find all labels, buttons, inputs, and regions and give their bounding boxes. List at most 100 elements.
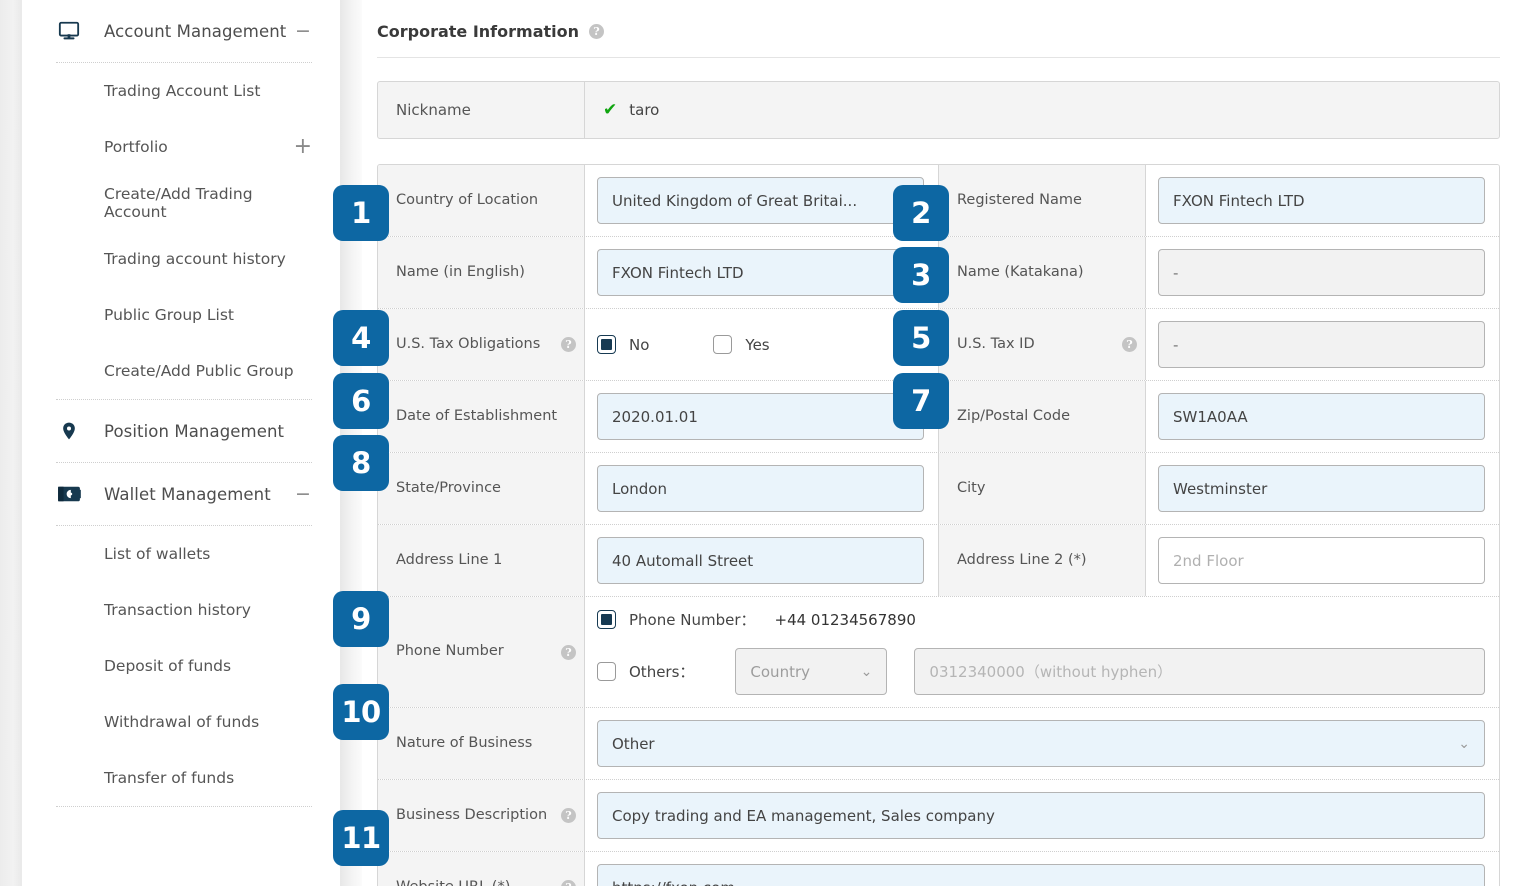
country-of-location-label: Country of Location [378,165,585,236]
sidebar-item-list-of-wallets[interactable]: List of wallets [22,526,340,582]
location-pin-icon [56,418,82,444]
collapse-toggle-icon[interactable]: − [294,484,312,504]
us-tax-obligations-label: U.S. Tax Obligations ? [378,309,585,380]
help-icon[interactable]: ? [561,808,576,823]
page-left-gutter [0,0,22,886]
us-tax-id-input[interactable]: - [1158,321,1485,368]
nature-of-business-label: Nature of Business [378,708,585,779]
radio-icon-unselected[interactable] [713,335,733,354]
date-of-establishment-input[interactable]: 2020.01.01 [597,393,924,440]
sidebar-group-label: Position Management [104,421,285,441]
sidebar-group-wallet-management: Wallet Management − List of wallets Tran… [22,463,340,807]
sidebar-item-label: Transaction history [104,601,251,619]
business-description-field-cell: Copy trading and EA management, Sales co… [585,780,1499,851]
label-text: Address Line 1 [396,551,503,568]
table-row: Website URL (*) ? https://fxon.com [378,852,1499,886]
city-input[interactable]: Westminster [1158,465,1485,512]
name-english-field-cell: FXON Fintech LTD [585,237,938,308]
sidebar-group-header-account-management[interactable]: Account Management − [22,0,340,62]
name-katakana-input[interactable]: - [1158,249,1485,296]
name-english-label: Name (in English) [378,237,585,308]
phone-number-field-cell: Phone Number： +44 01234567890 Others： Co… [585,597,1499,707]
label-text: Date of Establishment [396,407,558,424]
help-icon[interactable]: ? [1122,337,1137,352]
label-text: Nature of Business [396,734,533,751]
sidebar-item-withdrawal-of-funds[interactable]: Withdrawal of funds [22,694,340,750]
main-content: Corporate Information ? Nickname ✔ taro … [362,0,1536,886]
sidebar-group-header-position-management[interactable]: Position Management [22,400,340,462]
sidebar-item-public-group-list[interactable]: Public Group List [22,287,340,343]
page-title: Corporate Information [377,22,579,41]
step-badge-10: 10 [333,684,389,740]
business-description-label: Business Description ? [378,780,585,851]
sidebar-group-header-wallet-management[interactable]: Wallet Management − [22,463,340,525]
step-badge-6: 6 [333,373,389,429]
sidebar-item-deposit-of-funds[interactable]: Deposit of funds [22,638,340,694]
table-row: Business Description ? Copy trading and … [378,780,1499,852]
radio-label: Yes [745,335,770,354]
country-of-location-input[interactable]: United Kingdom of Great Britai... [597,177,924,224]
state-province-input[interactable]: London [597,465,924,512]
help-icon[interactable]: ? [561,644,576,660]
help-icon[interactable]: ? [561,880,576,886]
sidebar-item-transaction-history[interactable]: Transaction history [22,582,340,638]
us-tax-id-field-cell: - [1146,309,1499,380]
radio-icon-selected[interactable] [597,610,616,629]
step-badge-1: 1 [333,185,389,241]
sidebar-item-label: Public Group List [104,306,235,324]
date-of-establishment-field-cell: 2020.01.01 [585,381,938,452]
zip-postal-code-input[interactable]: SW1A0AA [1158,393,1485,440]
zip-postal-code-label: Zip/Postal Code [939,381,1146,452]
sidebar-item-create-add-trading-account[interactable]: Create/Add Trading Account [22,175,340,231]
sidebar-item-transfer-of-funds[interactable]: Transfer of funds [22,750,340,806]
sidebar-group-position-management: Position Management [22,400,340,463]
title-divider [377,57,1500,58]
phone-number-input[interactable]: 0312340000（without hyphen） [914,648,1485,695]
phone-country-select[interactable]: Country ⌄ [735,648,888,695]
sidebar-item-trading-account-list[interactable]: Trading Account List [22,63,340,119]
table-row: Nature of Business Other ⌄ [378,708,1499,780]
sidebar: Account Management − Trading Account Lis… [22,0,340,886]
phone-others-option[interactable]: Others： Country ⌄ 0312340000（without hyp… [597,648,1485,695]
sidebar-item-create-add-public-group[interactable]: Create/Add Public Group [22,343,340,399]
check-icon: ✔ [603,99,618,120]
radio-icon-unselected[interactable] [597,662,616,681]
table-row: State/Province London City Westminster [378,453,1499,525]
address-line-2-input[interactable]: 2nd Floor [1158,537,1485,584]
label-text: Registered Name [957,191,1082,208]
help-icon[interactable]: ? [589,24,604,39]
page-root: Account Management − Trading Account Lis… [0,0,1536,886]
plus-icon[interactable]: + [294,136,312,158]
collapse-toggle-icon[interactable]: − [294,21,312,41]
nickname-label: Nickname [378,82,585,138]
sidebar-item-portfolio[interactable]: Portfolio + [22,119,340,175]
name-katakana-field-cell: - [1146,237,1499,308]
phone-number-label: Phone Number ? [378,597,585,707]
table-row-phone: Phone Number ? Phone Number： +44 0123456… [378,597,1499,708]
city-field-cell: Westminster [1146,453,1499,524]
website-url-input[interactable]: https://fxon.com [597,864,1485,886]
registered-name-input[interactable]: FXON Fintech LTD [1158,177,1485,224]
address-line-1-input[interactable]: 40 Automall Street [597,537,924,584]
sidebar-group-account-management: Account Management − Trading Account Lis… [22,0,340,400]
sidebar-item-trading-account-history[interactable]: Trading account history [22,231,340,287]
label-text: U.S. Tax Obligations [396,335,541,352]
phone-others-label: Others： [629,663,695,681]
address-line-1-field-cell: 40 Automall Street [585,525,938,596]
label-text: Name (in English) [396,263,525,280]
phone-primary-option[interactable]: Phone Number： +44 01234567890 [597,609,1485,630]
sidebar-group-label: Account Management [104,21,287,41]
business-description-input[interactable]: Copy trading and EA management, Sales co… [597,792,1485,839]
nature-of-business-select[interactable]: Other ⌄ [597,720,1485,767]
sidebar-item-label: Deposit of funds [104,657,232,675]
radio-option-no[interactable]: No [597,335,649,354]
sidebar-item-label: Transfer of funds [104,769,235,787]
radio-icon-selected[interactable] [597,335,616,354]
radio-option-yes[interactable]: Yes [713,335,770,354]
name-english-input[interactable]: FXON Fintech LTD [597,249,924,296]
help-icon[interactable]: ? [561,337,576,352]
step-badge-7: 7 [893,373,949,429]
label-text: Country of Location [396,191,539,208]
us-tax-obligations-field-cell: No Yes [585,309,938,380]
label-text: Business Description [396,806,548,823]
